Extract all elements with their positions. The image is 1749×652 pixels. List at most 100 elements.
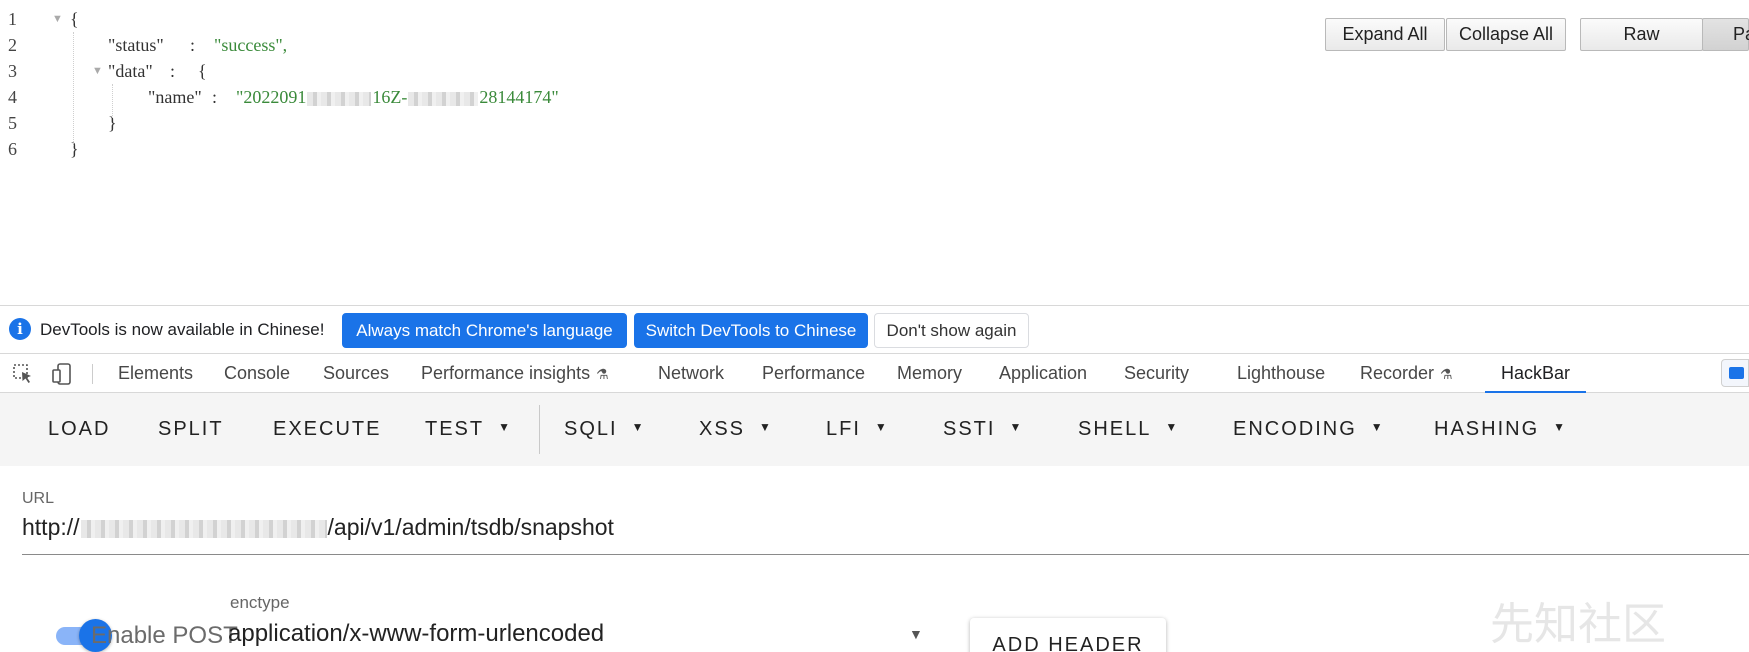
watermark: 先知社区 (1490, 599, 1666, 650)
menu-label: HASHING (1434, 418, 1540, 440)
json-viewer: 1 ▼ { 2 "status" : "success", 3 ▼ "data"… (0, 0, 1749, 305)
tab-lighthouse[interactable]: Lighthouse (1237, 354, 1325, 393)
menu-label: TEST (425, 418, 485, 440)
inspect-element-icon[interactable] (11, 362, 35, 386)
enable-post-label: Enable POST (91, 622, 238, 649)
switch-devtools-chinese-button[interactable]: Switch DevTools to Chinese (634, 313, 868, 348)
add-header-button[interactable]: ADD HEADER (970, 618, 1166, 652)
json-line: 5 } (0, 110, 900, 136)
json-colon: : (170, 61, 176, 81)
url-field-label: URL (22, 490, 55, 507)
tab-recorder[interactable]: Recorder ⚗ (1360, 354, 1453, 393)
redacted-block (307, 91, 372, 106)
notice-text: DevTools is now available in Chinese! (40, 320, 325, 339)
indent-guide (112, 84, 113, 118)
json-brace: { (70, 9, 79, 29)
line-number: 4 (8, 87, 17, 107)
indent-guide (73, 32, 74, 146)
load-button[interactable]: LOAD (48, 393, 110, 466)
json-brace: } (70, 139, 79, 159)
collapse-all-button[interactable]: Collapse All (1446, 18, 1566, 51)
tab-label: Performance insights (421, 363, 591, 383)
expand-all-button[interactable]: Expand All (1325, 18, 1445, 51)
json-colon: : (190, 35, 196, 55)
tab-label: Recorder (1360, 363, 1435, 383)
json-key: "data" (108, 61, 153, 81)
dont-show-again-button[interactable]: Don't show again (874, 313, 1029, 348)
dropdown-caret-icon: ▼ (759, 420, 773, 435)
json-key: "name" (148, 87, 202, 107)
json-line: 4 "name" : "2022091 16Z- 28144174" (0, 84, 900, 110)
enctype-select[interactable]: application/x-www-form-urlencoded (228, 620, 604, 648)
ssti-menu-button[interactable]: SSTI ▼ (943, 393, 1023, 466)
tab-application[interactable]: Application (999, 354, 1087, 393)
tab-memory[interactable]: Memory (897, 354, 962, 393)
dropdown-caret-icon: ▼ (874, 420, 889, 435)
always-match-language-button[interactable]: Always match Chrome's language (342, 313, 627, 348)
toolbar-divider (92, 364, 93, 384)
line-number: 2 (8, 35, 17, 55)
tab-elements[interactable]: Elements (118, 354, 193, 393)
tab-performance-insights[interactable]: Performance insights ⚗ (421, 354, 609, 393)
encoding-menu-button[interactable]: ENCODING ▼ (1233, 393, 1385, 466)
menu-label: XSS (699, 418, 746, 440)
shell-menu-button[interactable]: SHELL ▼ (1078, 393, 1179, 466)
flask-icon: ⚗ (596, 366, 609, 382)
collapse-toggle-icon[interactable]: ▼ (52, 6, 63, 32)
device-toolbar-icon[interactable] (50, 362, 74, 386)
toolbar-divider (539, 405, 540, 454)
json-line: 2 "status" : "success", (0, 32, 900, 58)
menu-label: SHELL (1078, 418, 1152, 440)
tab-sources[interactable]: Sources (323, 354, 389, 393)
json-line: 1 ▼ { (0, 6, 900, 32)
language-notice-bar: i DevTools is now available in Chinese! … (0, 305, 1749, 353)
tab-console[interactable]: Console (224, 354, 290, 393)
sqli-menu-button[interactable]: SQLI ▼ (564, 393, 645, 466)
raw-button[interactable]: Raw (1580, 18, 1703, 51)
line-number: 1 (8, 9, 17, 29)
dropdown-caret-icon: ▼ (498, 420, 513, 435)
json-brace: { (198, 61, 207, 81)
json-colon: : (212, 87, 218, 107)
menu-label: LFI (826, 418, 861, 440)
dropdown-caret-icon: ▼ (631, 420, 646, 435)
menu-label: SQLI (564, 418, 618, 440)
menu-label: ENCODING (1233, 418, 1357, 440)
menu-label: SSTI (943, 418, 996, 440)
json-line: 6 } (0, 136, 900, 162)
test-menu-button[interactable]: TEST ▼ (425, 393, 512, 466)
split-button[interactable]: SPLIT (158, 393, 224, 466)
execute-button[interactable]: EXECUTE (273, 393, 381, 466)
dropdown-caret-icon: ▼ (1370, 420, 1385, 435)
flask-icon: ⚗ (1440, 366, 1453, 382)
tab-network[interactable]: Network (658, 354, 724, 393)
tab-performance[interactable]: Performance (762, 354, 865, 393)
parsed-button[interactable]: Pa (1702, 18, 1749, 51)
redacted-block (408, 91, 479, 106)
dropdown-caret-icon: ▼ (1009, 420, 1024, 435)
url-prefix: http:// (22, 514, 80, 540)
redacted-host-block (80, 519, 327, 538)
tab-security[interactable]: Security (1124, 354, 1189, 393)
tab-hackbar[interactable]: HackBar (1485, 354, 1587, 393)
dropdown-caret-icon: ▼ (1553, 420, 1568, 435)
lfi-menu-button[interactable]: LFI ▼ (826, 393, 889, 466)
chevron-down-icon[interactable]: ▼ (909, 626, 923, 642)
json-string-value: "2022091 16Z- 28144174" (236, 87, 559, 107)
url-path: /api/v1/admin/tsdb/snapshot (327, 514, 614, 540)
collapse-toggle-icon[interactable]: ▼ (92, 58, 103, 84)
json-line: 3 ▼ "data" : { (0, 58, 900, 84)
info-icon: i (9, 318, 31, 340)
dropdown-caret-icon: ▼ (1165, 420, 1180, 435)
line-number: 6 (8, 139, 17, 159)
line-number: 3 (8, 61, 17, 81)
feedback-icon[interactable] (1721, 359, 1749, 387)
hashing-menu-button[interactable]: HASHING ▼ (1434, 393, 1567, 466)
enctype-label: enctype (230, 593, 290, 612)
json-key: "status" (108, 35, 164, 55)
xss-menu-button[interactable]: XSS ▼ (699, 393, 773, 466)
url-input-underline (22, 554, 1749, 555)
url-input[interactable]: http:// /api/v1/admin/tsdb/snapshot (22, 514, 614, 541)
json-string-value: "success", (214, 35, 288, 55)
line-number: 5 (8, 113, 17, 133)
